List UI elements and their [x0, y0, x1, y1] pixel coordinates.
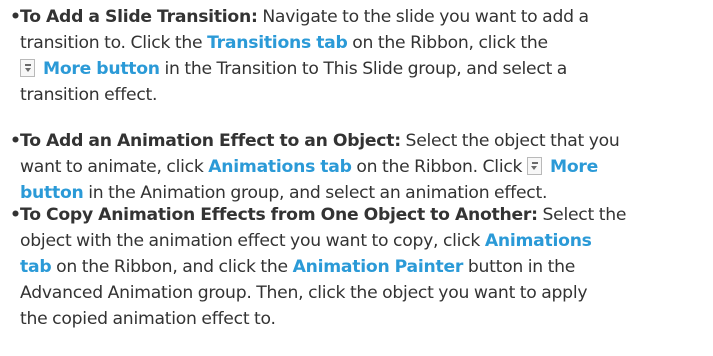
text: in the Transition to This Slide group, a… [159, 59, 568, 79]
text: Advanced Animation group. Then, click th… [20, 283, 588, 303]
line: want to animate, click Animations tab on… [10, 154, 710, 180]
line: To Add an Animation Effect to an Object:… [10, 128, 710, 154]
text: want to animate, click [20, 157, 209, 177]
text: on the Ribbon, click the [347, 33, 548, 53]
text: Select the object that you [400, 131, 620, 151]
line: To Add a Slide Transition: Navigate to t… [10, 4, 710, 30]
animations-tab-term: Animations tab [208, 157, 352, 177]
text: button in the [463, 257, 576, 277]
line: the copied animation effect to. [10, 306, 710, 332]
line: tab on the Ribbon, and click the Animati… [10, 254, 710, 280]
transitions-tab-term: Transitions tab [207, 33, 348, 53]
line: object with the animation effect you wan… [10, 228, 710, 254]
animations-tab-term: Animations [484, 231, 592, 251]
text: transition effect. [20, 85, 158, 105]
text: Select the [537, 205, 627, 225]
text: transition to. Click the [20, 33, 208, 53]
line: To Copy Animation Effects from One Objec… [10, 202, 710, 228]
item-title: To Add a Slide Transition: [20, 7, 258, 27]
bullet: • [10, 7, 21, 27]
more-button-term: button [20, 183, 84, 203]
more-button-term: More button [43, 59, 160, 79]
animation-painter-term: Animation Painter [292, 257, 464, 277]
instruction-item-animation-effect: • To Add an Animation Effect to an Objec… [10, 128, 710, 206]
line: transition effect. [10, 82, 710, 108]
line: Advanced Animation group. Then, click th… [10, 280, 710, 306]
text: on the Ribbon, and click the [51, 257, 293, 277]
animations-tab-term: tab [20, 257, 52, 277]
text: on the Ribbon. Click [351, 157, 527, 177]
text: Navigate to the slide you want to add a [257, 7, 589, 27]
more-button-term: More [549, 157, 599, 177]
instruction-item-copy-animation: • To Copy Animation Effects from One Obj… [10, 202, 710, 332]
text: object with the animation effect you wan… [20, 231, 485, 251]
text: the copied animation effect to. [20, 309, 276, 329]
more-gallery-icon [20, 59, 35, 77]
item-title: To Copy Animation Effects from One Objec… [20, 205, 538, 225]
text: in the Animation group, and select an an… [83, 183, 548, 203]
item-title: To Add an Animation Effect to an Object: [20, 131, 401, 151]
line: transition to. Click the Transitions tab… [10, 30, 710, 56]
bullet: • [10, 205, 21, 225]
bullet: • [10, 131, 21, 151]
line: More button in the Transition to This Sl… [10, 56, 710, 82]
more-gallery-icon [526, 157, 542, 175]
instruction-item-slide-transition: • To Add a Slide Transition: Navigate to… [10, 4, 710, 108]
